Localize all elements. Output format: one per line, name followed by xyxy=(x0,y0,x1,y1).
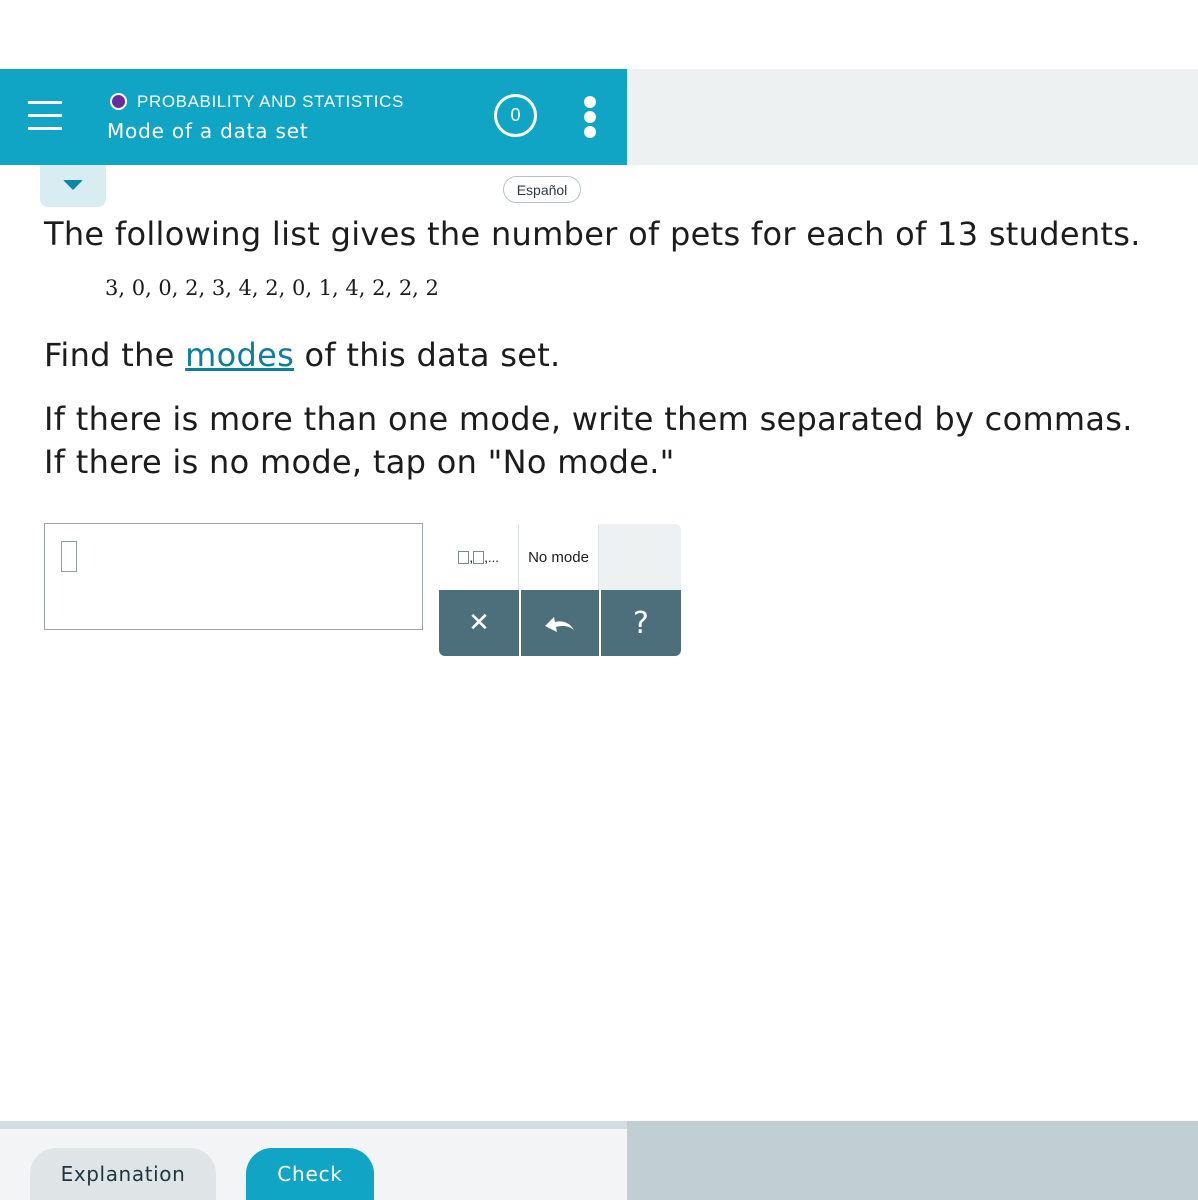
input-placeholder-box-icon xyxy=(61,541,77,572)
footer-right-panel xyxy=(627,1121,1198,1200)
placeholder-box-icon xyxy=(473,550,485,564)
topic-title: PROBABILITY AND STATISTICS xyxy=(137,92,404,111)
no-mode-label: No mode xyxy=(528,548,589,566)
explanation-button[interactable]: Explanation xyxy=(30,1148,216,1200)
answer-input[interactable] xyxy=(44,523,423,630)
header-right-panel xyxy=(627,69,1198,165)
question-intro: The following list gives the number of p… xyxy=(44,215,1141,253)
topic-status-dot-icon xyxy=(110,93,127,110)
help-button[interactable]: ? xyxy=(601,590,681,656)
instruction-line-2: If there is no mode, tap on "No mode." xyxy=(44,443,675,481)
instruction-line-1: If there is more than one mode, write th… xyxy=(44,400,1133,438)
undo-button[interactable] xyxy=(521,590,599,656)
collapse-header-button[interactable] xyxy=(40,165,106,207)
footer-divider xyxy=(0,1121,627,1129)
progress-counter-value: 0 xyxy=(510,105,521,125)
find-prompt-before: Find the xyxy=(44,336,186,374)
modes-definition-link[interactable]: modes xyxy=(185,336,294,374)
placeholder-box-icon xyxy=(458,550,470,564)
find-prompt-after: of this data set. xyxy=(294,336,561,374)
language-toggle-button[interactable]: Español xyxy=(503,176,581,203)
progress-counter[interactable]: 0 xyxy=(494,94,537,137)
help-icon: ? xyxy=(633,605,649,641)
data-list: 3, 0, 0, 2, 3, 4, 2, 0, 1, 4, 2, 2, 2 xyxy=(105,276,439,300)
find-prompt: Find the modes of this data set. xyxy=(44,333,561,377)
answer-keypad: , , ... No mode ✕ ? xyxy=(439,524,681,656)
hamburger-menu-icon[interactable] xyxy=(28,101,62,131)
list-key-ellipsis: ... xyxy=(487,549,499,565)
clear-icon: ✕ xyxy=(468,608,490,638)
no-mode-key[interactable]: No mode xyxy=(519,524,599,590)
lesson-title: Mode of a data set xyxy=(107,119,309,143)
more-options-icon[interactable] xyxy=(580,96,600,138)
clear-button[interactable]: ✕ xyxy=(439,590,519,656)
check-button[interactable]: Check xyxy=(246,1148,374,1200)
list-template-key[interactable]: , , ... xyxy=(439,524,519,590)
caret-down-icon xyxy=(63,180,83,190)
undo-icon xyxy=(545,617,574,632)
